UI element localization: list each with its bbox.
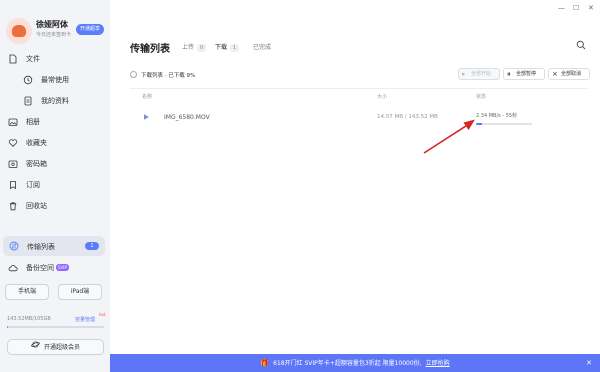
- promo-text: 618开门红 SVIP年卡+超额容量包3折起 限量10000份,: [273, 360, 422, 367]
- page-title: 传输列表: [130, 44, 170, 55]
- avatar-face: [12, 25, 26, 37]
- cancel-all-label: 全部取消: [561, 71, 582, 77]
- promo-banner: 🎁 618开门红 SVIP年卡+超额容量包3折起 限量10000份, 立即抢购 ✕: [110, 354, 600, 372]
- close-icon[interactable]: ✕: [588, 4, 594, 12]
- gift-icon: 🎁: [260, 359, 270, 367]
- column-header-status: 状态: [476, 94, 487, 100]
- promo-link[interactable]: 立即抢购: [426, 360, 450, 367]
- sidebar-item-label: 最常使用: [41, 75, 69, 84]
- minimize-icon[interactable]: —: [558, 4, 565, 12]
- download-progress-fill: [476, 123, 482, 125]
- sidebar-item-photos[interactable]: 相册: [0, 111, 110, 132]
- sidebar-item-my-docs[interactable]: 我的资料: [0, 90, 110, 111]
- sidebar-item-frequent[interactable]: 最常使用: [0, 69, 110, 90]
- storage-manage-link[interactable]: 容量管理: [75, 316, 95, 323]
- download-speed: 2.34 MB/s - 55秒: [476, 113, 518, 119]
- document-icon: [23, 96, 33, 106]
- ipad-client-button[interactable]: iPad端: [58, 284, 102, 300]
- pause-icon: ⏸: [507, 70, 511, 78]
- planet-icon: [31, 340, 40, 355]
- column-header-size: 大小: [377, 94, 388, 100]
- tab-label: 下载: [215, 44, 228, 51]
- svip-tag: SVIP: [56, 264, 69, 271]
- start-all-button[interactable]: ▸ 全部开始: [458, 68, 500, 80]
- play-icon: ▸: [462, 70, 466, 78]
- tab-label: 已完成: [253, 44, 272, 51]
- search-icon[interactable]: [576, 40, 586, 50]
- sidebar-item-transfer-list[interactable]: 传输列表 1: [3, 236, 105, 256]
- profile-name[interactable]: 徐娅阿体: [36, 19, 68, 30]
- app-window: 徐娅阿体 今日还未签到卡 开通超享 文件 最常使用 我的资料 相册 收藏夹 密码…: [0, 0, 600, 372]
- start-all-label: 全部开始: [471, 71, 492, 77]
- select-all-radio[interactable]: [130, 71, 137, 78]
- sidebar-item-label: 备份空间: [26, 263, 54, 272]
- premium-button[interactable]: 开通超享: [76, 24, 104, 35]
- header-divider: [130, 88, 588, 89]
- sidebar-item-label: 回收站: [26, 201, 47, 210]
- sidebar-item-label: 订阅: [26, 180, 40, 189]
- profile-subtitle: 今日还未签到卡: [36, 32, 72, 38]
- open-svip-button[interactable]: 开通超级会员: [7, 339, 104, 355]
- hot-tag: hot: [99, 312, 106, 317]
- sidebar: 徐娅阿体 今日还未签到卡 开通超享 文件 最常使用 我的资料 相册 收藏夹 密码…: [0, 0, 110, 372]
- sidebar-item-password-box[interactable]: 密码箱: [0, 153, 110, 174]
- main-panel: — ☐ ✕ 传输列表 上传 0 下载 1 已完成 下载列表 · 已下载 9% ▸ 全部…: [110, 0, 600, 354]
- cancel-all-button[interactable]: × 全部取消: [548, 68, 590, 80]
- x-icon: ×: [552, 70, 558, 78]
- trash-icon: [8, 201, 18, 211]
- cloud-icon: [8, 263, 18, 273]
- tab-count: 0: [197, 44, 207, 52]
- sidebar-item-files[interactable]: 文件: [0, 48, 110, 69]
- avatar[interactable]: [6, 18, 32, 44]
- sidebar-item-label: 传输列表: [27, 243, 55, 251]
- sidebar-item-subscriptions[interactable]: 订阅: [0, 174, 110, 195]
- bookmark-icon: [8, 180, 18, 190]
- sidebar-item-trash[interactable]: 回收站: [0, 195, 110, 216]
- clock-icon: [23, 75, 33, 85]
- pause-all-button[interactable]: ⏸ 全部暂停: [503, 68, 545, 80]
- column-header-name: 名称: [142, 94, 153, 100]
- tab-label: 上传: [182, 44, 195, 51]
- sidebar-item-backup[interactable]: 备份空间: [0, 257, 110, 278]
- sidebar-item-label: 相册: [26, 117, 40, 126]
- file-icon: [8, 54, 18, 64]
- download-list-status: 下载列表 · 已下载 9%: [141, 73, 196, 79]
- lock-box-icon: [8, 159, 18, 169]
- transfer-icon: [9, 241, 19, 251]
- transfer-count-badge: 1: [85, 242, 99, 250]
- heart-icon: [8, 138, 18, 148]
- sidebar-item-favorites[interactable]: 收藏夹: [0, 132, 110, 153]
- phone-client-button[interactable]: 手机端: [5, 284, 49, 300]
- file-size: 14.07 MB / 143.52 MB: [377, 114, 438, 120]
- storage-usage-text: 143.52MB/105GB: [7, 316, 51, 322]
- tab-upload[interactable]: 上传 0: [182, 42, 207, 52]
- close-icon[interactable]: ✕: [586, 354, 592, 372]
- sidebar-item-label: 我的资料: [41, 96, 69, 105]
- sidebar-item-label: 密码箱: [26, 159, 47, 168]
- tab-count: 1: [230, 44, 240, 52]
- photo-icon: [8, 117, 18, 127]
- storage-bar: [7, 326, 104, 328]
- maximize-icon[interactable]: ☐: [573, 4, 579, 12]
- sidebar-item-label: 收藏夹: [26, 138, 47, 147]
- pause-all-label: 全部暂停: [516, 71, 537, 77]
- download-progress-bar: [476, 123, 532, 125]
- open-svip-label: 开通超级会员: [43, 344, 80, 351]
- video-play-icon[interactable]: [142, 113, 150, 121]
- table-row[interactable]: IMG_6580.MOV 14.07 MB / 143.52 MB 2.34 M…: [130, 105, 588, 131]
- file-name: IMG_6580.MOV: [164, 114, 210, 121]
- tab-completed[interactable]: 已完成: [253, 42, 271, 51]
- sidebar-item-label: 文件: [26, 54, 40, 63]
- tab-download[interactable]: 下载 1: [215, 42, 240, 52]
- storage-bar-fill: [7, 326, 8, 328]
